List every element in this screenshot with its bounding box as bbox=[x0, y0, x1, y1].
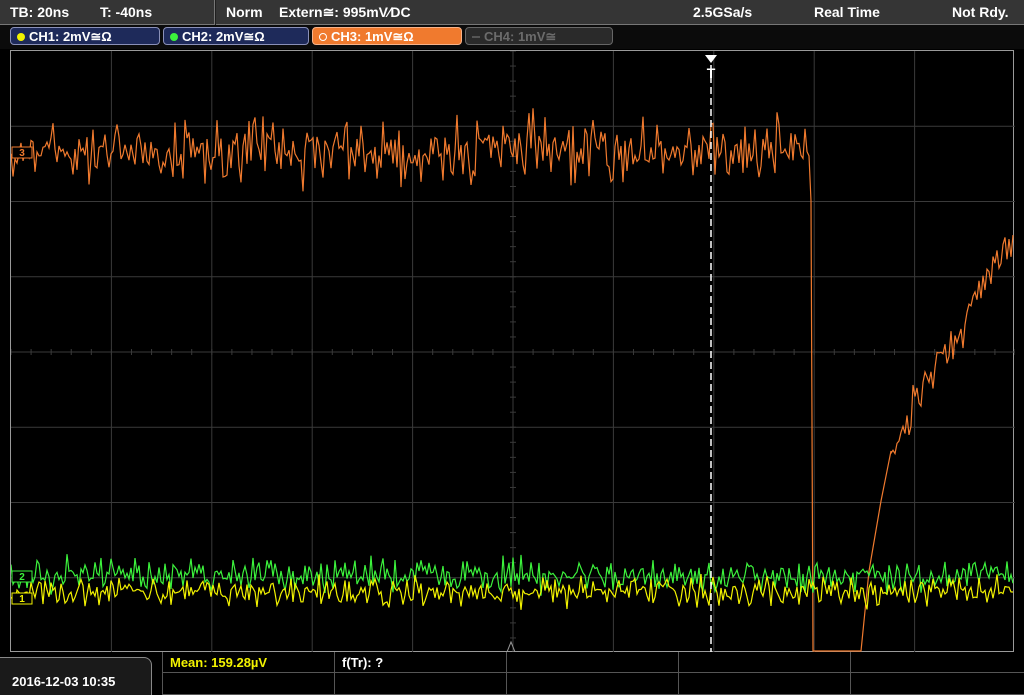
status-bar: TB: 20ns T: -40ns Norm Extern≅: 995mV∕DC… bbox=[0, 0, 1024, 25]
ch2-marker-label: 2 bbox=[19, 572, 25, 583]
channel-ch2-button[interactable]: CH2: 2mV≅Ω bbox=[163, 27, 309, 45]
acquisition-mode-label[interactable]: Real Time bbox=[814, 4, 880, 20]
sample-rate-label[interactable]: 2.5GSa/s bbox=[693, 4, 752, 20]
measurement-cell-3[interactable] bbox=[506, 652, 678, 673]
ch2-label: CH2: 2mV≅Ω bbox=[182, 29, 265, 44]
trigger-offset-label[interactable]: T: -40ns bbox=[100, 4, 152, 20]
measurement-panel[interactable]: Mean: 159.28µV f(Tr): ? bbox=[162, 652, 1024, 695]
ch2-offset-marker[interactable]: 2 bbox=[11, 570, 33, 583]
datetime-panel: 2016-12-03 10:35 bbox=[0, 657, 152, 695]
acquisition-status-label: Not Rdy. bbox=[952, 4, 1009, 20]
ch3-marker-label: 3 bbox=[19, 148, 25, 159]
trigger-panel[interactable]: Norm Extern≅: 995mV∕DC 2.5GSa/s Real Tim… bbox=[216, 0, 1024, 25]
waveform-plot[interactable]: T 3 2 1 bbox=[11, 51, 1015, 653]
trigger-marker-label: T bbox=[707, 65, 716, 81]
waveform-display[interactable]: T 3 2 1 bbox=[10, 50, 1015, 653]
measurement-cell-7[interactable] bbox=[334, 673, 506, 695]
ch2-indicator-icon bbox=[170, 32, 178, 41]
ch1-offset-marker[interactable]: 1 bbox=[11, 592, 33, 605]
ch1-label: CH1: 2mV≅Ω bbox=[29, 29, 112, 44]
measurement-cell-10[interactable] bbox=[850, 673, 1024, 695]
center-marker-icon bbox=[506, 640, 516, 653]
ch1-indicator-icon bbox=[17, 32, 25, 41]
mean-measurement: Mean: 159.28µV bbox=[170, 655, 268, 670]
timebase-label[interactable]: TB: 20ns bbox=[10, 4, 69, 20]
channel-ch3-button[interactable]: CH3: 1mV≅Ω bbox=[312, 27, 462, 45]
measurement-cell-6[interactable] bbox=[162, 673, 334, 695]
channel-bar: CH1: 2mV≅Ω CH2: 2mV≅Ω CH3: 1mV≅Ω CH4: 1m… bbox=[0, 25, 1024, 49]
ch3-label: CH3: 1mV≅Ω bbox=[331, 29, 414, 44]
measurement-cell-8[interactable] bbox=[506, 673, 678, 695]
trigger-position-icon[interactable] bbox=[705, 55, 717, 63]
trigger-source-label[interactable]: Extern≅: 995mV∕DC bbox=[279, 4, 411, 21]
frequency-measurement: f(Tr): ? bbox=[342, 655, 384, 670]
datetime-label: 2016-12-03 10:35 bbox=[12, 674, 116, 689]
ch4-label: CH4: 1mV≅ bbox=[484, 29, 557, 44]
timebase-panel[interactable]: TB: 20ns T: -40ns bbox=[0, 0, 215, 25]
channel-ch1-button[interactable]: CH1: 2mV≅Ω bbox=[10, 27, 160, 45]
ch1-marker-label: 1 bbox=[19, 594, 25, 605]
measurement-cell-9[interactable] bbox=[678, 673, 850, 695]
channel-ch4-button[interactable]: CH4: 1mV≅ bbox=[465, 27, 613, 45]
measurement-cell-4[interactable] bbox=[678, 652, 850, 673]
ch4-indicator-icon bbox=[472, 35, 480, 38]
measurement-cell-5[interactable] bbox=[850, 652, 1024, 673]
trigger-mode-label[interactable]: Norm bbox=[226, 4, 263, 20]
ch3-offset-marker[interactable]: 3 bbox=[11, 146, 33, 159]
ch3-indicator-icon bbox=[319, 32, 327, 41]
